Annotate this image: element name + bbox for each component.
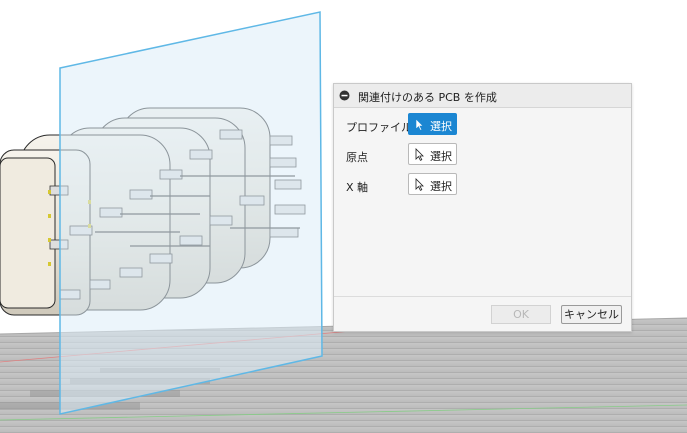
cursor-icon xyxy=(415,178,424,191)
cursor-icon xyxy=(415,148,424,161)
x-axis-label: X 軸 xyxy=(346,181,369,194)
x-axis-select-button[interactable]: 選択 xyxy=(408,173,457,195)
create-associated-pcb-dialog: 関連付けのある PCB を作成 プロファイル 選択 原点 選択 X 軸 選択 O… xyxy=(333,83,632,332)
origin-select-button[interactable]: 選択 xyxy=(408,143,457,165)
x-axis-select-label: 選択 xyxy=(430,180,452,193)
cancel-button[interactable]: キャンセル xyxy=(561,305,622,324)
profile-select-label: 選択 xyxy=(430,120,452,133)
ok-button[interactable]: OK xyxy=(491,305,551,324)
cursor-icon xyxy=(415,118,424,131)
sketch-plane[interactable] xyxy=(59,11,323,415)
dialog-header: 関連付けのある PCB を作成 xyxy=(334,84,631,108)
dialog-footer-divider xyxy=(334,296,631,297)
profile-select-button[interactable]: 選択 xyxy=(408,113,457,135)
collapse-icon[interactable] xyxy=(339,90,350,101)
origin-label: 原点 xyxy=(346,151,368,164)
profile-label: プロファイル xyxy=(346,121,412,134)
origin-select-label: 選択 xyxy=(430,150,452,163)
dialog-title: 関連付けのある PCB を作成 xyxy=(358,91,497,104)
